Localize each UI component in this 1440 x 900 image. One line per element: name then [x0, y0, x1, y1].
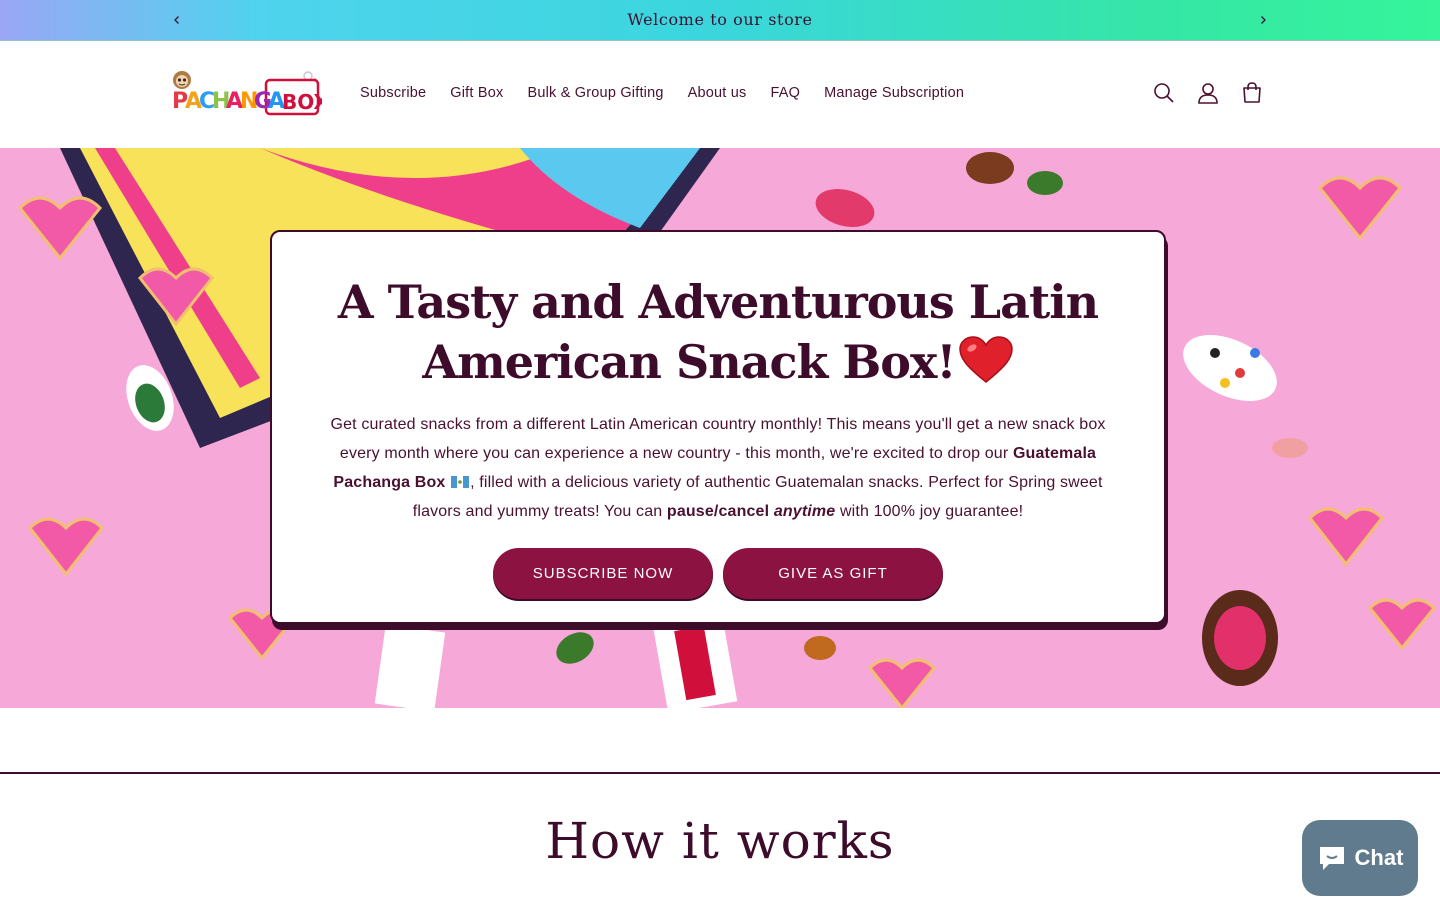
nav-faq[interactable]: FAQ — [758, 81, 812, 105]
how-it-works-heading: How it works — [545, 812, 895, 870]
heart-icon — [958, 336, 1013, 383]
hero-description: Get curated snacks from a different Lati… — [314, 410, 1122, 526]
highlight-pause-cancel: pause/cancel — [666, 503, 770, 520]
announcement-next-button[interactable] — [1248, 0, 1278, 40]
nav-bulk-group-gifting[interactable]: Bulk & Group Gifting — [515, 81, 675, 105]
hero-description-part3: with 100% joy guarantee! — [835, 503, 1024, 520]
main-nav: Subscribe Gift Box Bulk & Group Gifting … — [348, 81, 976, 105]
chat-label: Chat — [1354, 845, 1404, 870]
hero-buttons: SUBSCRIBE NOW GIVE AS GIFT — [272, 548, 1164, 599]
svg-text:BOX: BOX — [282, 90, 322, 114]
hero-banner: A Tasty and Adventurous Latin American Sn… — [0, 148, 1440, 708]
site-logo[interactable]: P A C H A N G A BOX — [168, 66, 330, 122]
cart-button[interactable] — [1240, 81, 1264, 105]
chat-bubble-icon — [1319, 847, 1344, 870]
site-header: P A C H A N G A BOX Subscribe Gift Box B… — [0, 41, 1440, 148]
nav-subscribe[interactable]: Subscribe — [348, 81, 438, 105]
subscribe-now-button[interactable]: SUBSCRIBE NOW — [493, 548, 713, 599]
nav-manage-subscription[interactable]: Manage Subscription — [812, 81, 976, 105]
announcement-prev-button[interactable] — [162, 0, 192, 40]
announcement-text: Welcome to our store — [627, 10, 813, 29]
nav-about-us[interactable]: About us — [676, 81, 759, 105]
cart-icon — [1243, 82, 1261, 103]
search-icon — [1154, 83, 1174, 103]
section-divider — [0, 772, 1440, 774]
announcement-bar: Welcome to our store — [0, 0, 1440, 41]
account-icon — [1198, 83, 1218, 104]
search-button[interactable] — [1152, 81, 1176, 105]
hero-title-line1: A Tasty and Adventurous Latin — [337, 275, 1099, 329]
account-button[interactable] — [1196, 81, 1220, 105]
highlight-anytime: anytime — [773, 503, 836, 520]
hero-description-part1: Get curated snacks from a different Lati… — [330, 416, 1106, 462]
chat-button[interactable]: Chat — [1302, 820, 1418, 896]
chevron-right-icon — [1261, 16, 1266, 24]
hero-card: A Tasty and Adventurous Latin American Sn… — [270, 230, 1166, 624]
hero-title-line2: American Snack Box! — [422, 335, 956, 389]
chevron-left-icon — [174, 16, 179, 24]
nav-gift-box[interactable]: Gift Box — [438, 81, 515, 105]
hero-title: A Tasty and Adventurous Latin American Sn… — [322, 272, 1114, 392]
give-as-gift-button[interactable]: GIVE AS GIFT — [723, 548, 943, 599]
guatemala-flag-icon — [451, 476, 470, 488]
pachanga-box-logo: P A C H A N G A BOX — [172, 71, 330, 116]
